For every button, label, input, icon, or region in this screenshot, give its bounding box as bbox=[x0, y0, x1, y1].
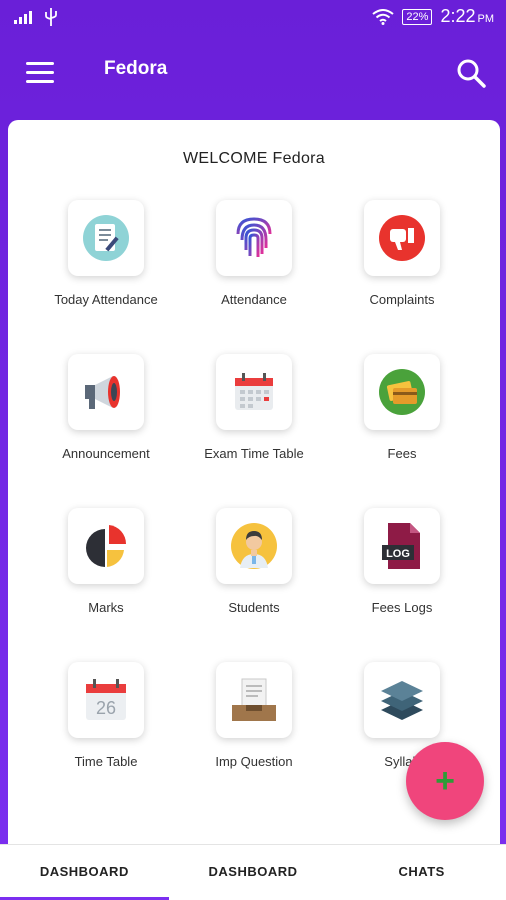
student-avatar-icon bbox=[231, 523, 277, 569]
tile-label: Students bbox=[228, 600, 280, 615]
tile-label: Today Attendance bbox=[54, 292, 158, 307]
signal-icon bbox=[14, 11, 32, 24]
document-tray-icon bbox=[232, 678, 276, 721]
tile-announcement[interactable]: Announcement bbox=[32, 354, 180, 461]
tile-label: Attendance bbox=[221, 292, 287, 307]
log-label: LOG bbox=[386, 548, 410, 560]
notepad-icon bbox=[83, 215, 129, 261]
tile-fees[interactable]: Fees bbox=[328, 354, 476, 461]
tab-dashboard[interactable]: DASHBOARD bbox=[0, 845, 169, 900]
status-clock: 2:22 PM bbox=[440, 6, 494, 27]
tile-label: Fees Logs bbox=[371, 600, 433, 615]
tile-time-table[interactable]: 26 Time Table bbox=[32, 662, 180, 769]
log-file-icon: LOG bbox=[382, 523, 420, 569]
hamburger-menu-icon[interactable] bbox=[26, 62, 54, 84]
tile-complaints[interactable]: Complaints bbox=[328, 200, 476, 307]
tile-label: Exam Time Table bbox=[204, 446, 304, 461]
battery-indicator: 22% bbox=[402, 8, 433, 25]
tile-label: Fees bbox=[387, 446, 417, 461]
tab-dashboard-2[interactable]: DASHBOARD bbox=[169, 845, 338, 900]
search-icon[interactable] bbox=[456, 58, 486, 88]
payment-card-icon bbox=[379, 369, 425, 415]
status-bar: 22% 2:22 PM bbox=[0, 0, 506, 36]
usb-icon bbox=[45, 8, 57, 26]
clock-time: 2:22 bbox=[440, 6, 476, 26]
layers-icon bbox=[381, 681, 423, 720]
tile-imp-question[interactable]: Imp Question bbox=[180, 662, 328, 769]
tile-label: Imp Question bbox=[215, 754, 293, 769]
calendar-icon bbox=[235, 373, 273, 410]
megaphone-icon bbox=[85, 376, 120, 409]
tile-today-attendance[interactable]: Today Attendance bbox=[32, 200, 180, 307]
tile-attendance[interactable]: Attendance bbox=[180, 200, 328, 307]
fingerprint-icon bbox=[236, 217, 272, 259]
thumbs-down-icon bbox=[379, 215, 425, 261]
welcome-heading: WELCOME Fedora bbox=[182, 150, 325, 167]
tile-marks[interactable]: Marks bbox=[32, 508, 180, 615]
clock-ampm: PM bbox=[477, 13, 495, 25]
app-bar: Fedora bbox=[0, 40, 506, 106]
tile-label: Announcement bbox=[62, 446, 150, 461]
calendar-day-number: 26 bbox=[96, 698, 116, 718]
tile-label: Time Table bbox=[74, 754, 138, 769]
tile-students[interactable]: Students bbox=[180, 508, 328, 615]
tab-chats[interactable]: CHATS bbox=[337, 845, 506, 900]
add-fab-button[interactable]: + bbox=[406, 742, 484, 820]
wifi-icon bbox=[372, 8, 395, 25]
plus-icon: + bbox=[435, 761, 455, 800]
bottom-nav: DASHBOARD DASHBOARD CHATS bbox=[0, 844, 506, 900]
calendar-day-icon: 26 bbox=[86, 679, 126, 720]
pie-chart-icon bbox=[86, 525, 127, 567]
app-title: Fedora bbox=[104, 58, 168, 79]
tile-label: Complaints bbox=[369, 292, 435, 307]
tile-exam-time-table[interactable]: Exam Time Table bbox=[180, 354, 328, 461]
tile-fees-logs[interactable]: LOG Fees Logs bbox=[328, 508, 476, 615]
tile-label: Marks bbox=[88, 600, 124, 615]
